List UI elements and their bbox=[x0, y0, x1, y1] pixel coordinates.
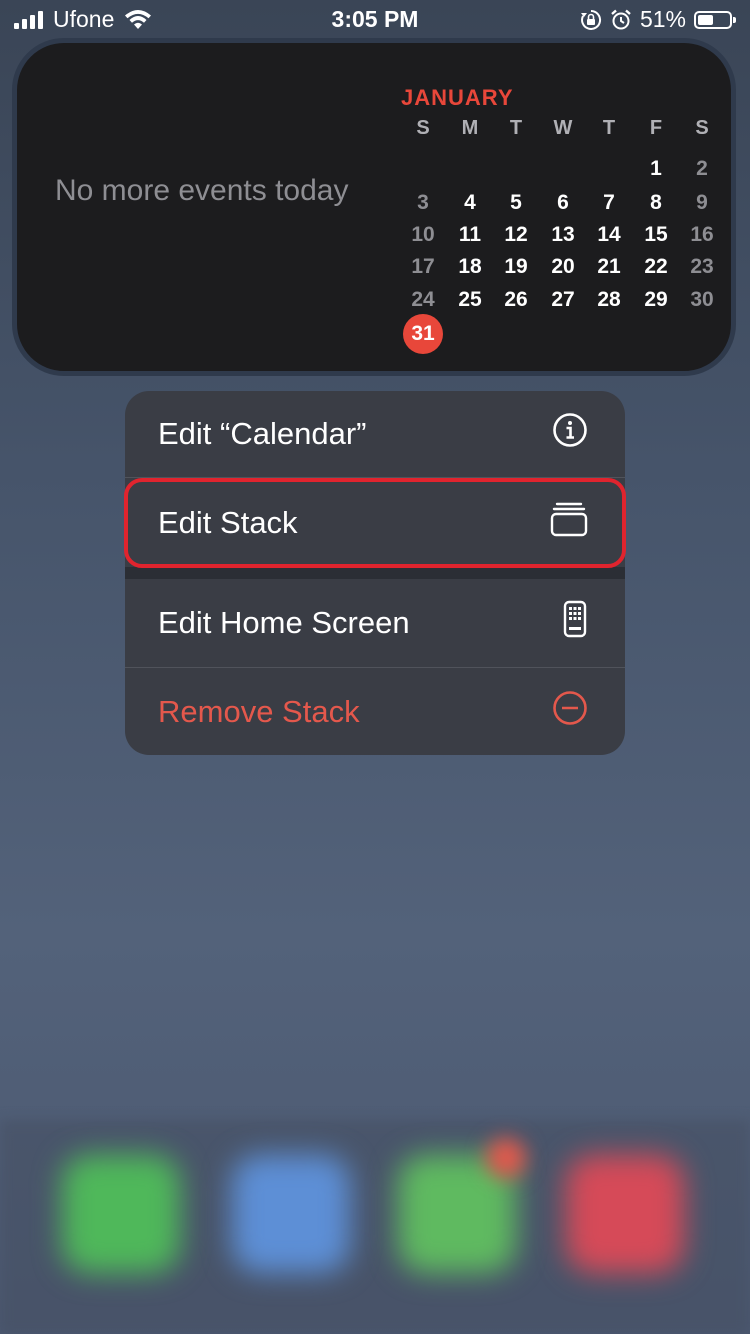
phone-app-icon[interactable] bbox=[62, 1155, 180, 1273]
calendar-day: 6 bbox=[557, 191, 569, 214]
calendar-day: 1 bbox=[650, 157, 662, 180]
calendar-day: 3 bbox=[417, 191, 429, 214]
today-indicator: 31 bbox=[403, 314, 443, 354]
calendar-day: 2 bbox=[696, 157, 708, 180]
calendar-day: 25 bbox=[458, 288, 482, 311]
weekday-header: M bbox=[461, 117, 479, 139]
weekday-header: F bbox=[649, 117, 663, 139]
status-right: 51% bbox=[580, 6, 736, 33]
calendar-day: 16 bbox=[690, 223, 714, 246]
calendar-day: 10 bbox=[411, 223, 435, 246]
menu-section-gap bbox=[125, 567, 625, 579]
calendar-day: 30 bbox=[690, 288, 714, 311]
month-label: JANUARY bbox=[401, 85, 514, 110]
calendar-widget[interactable]: No more events today JANUARY SMTWTFS1234… bbox=[12, 38, 736, 376]
calendar-day: 11 bbox=[458, 223, 482, 246]
music-app-icon[interactable] bbox=[566, 1155, 684, 1273]
info-icon bbox=[552, 412, 588, 456]
calendar-day: 28 bbox=[597, 288, 621, 311]
calendar-day: 13 bbox=[551, 223, 575, 246]
edit-stack-highlight bbox=[124, 478, 626, 568]
calendar-day: 5 bbox=[510, 191, 522, 214]
edit-calendar-label: Edit “Calendar” bbox=[158, 416, 367, 451]
edit-home-screen-menu-item[interactable]: Edit Home Screen bbox=[125, 579, 625, 667]
calendar-day: 14 bbox=[597, 223, 621, 246]
notification-badge bbox=[486, 1138, 526, 1178]
calendar-day: 9 bbox=[696, 191, 708, 214]
battery-percent: 51% bbox=[639, 6, 686, 32]
calendar-day: 20 bbox=[551, 255, 575, 278]
calendar-day: 8 bbox=[650, 191, 662, 214]
calendar-day: 27 bbox=[551, 288, 575, 311]
phone-home-icon bbox=[562, 600, 588, 646]
edit-home-screen-label: Edit Home Screen bbox=[158, 605, 410, 640]
battery-fill bbox=[698, 14, 713, 25]
battery-icon bbox=[694, 10, 736, 29]
no-events-text: No more events today bbox=[55, 174, 349, 207]
calendar-day: 15 bbox=[644, 223, 668, 246]
calendar-day: 7 bbox=[603, 191, 615, 214]
weekday-header: T bbox=[509, 117, 523, 139]
calendar-day: 18 bbox=[458, 255, 482, 278]
context-menu: Edit “Calendar” Edit Stack Edit Home Scr… bbox=[125, 391, 625, 755]
edit-calendar-menu-item[interactable]: Edit “Calendar” bbox=[125, 391, 625, 477]
calendar-day: 23 bbox=[690, 255, 714, 278]
weekday-header: W bbox=[553, 117, 573, 139]
rotation-lock-icon bbox=[580, 9, 601, 30]
weekday-header: S bbox=[416, 117, 430, 139]
calendar-day: 17 bbox=[411, 255, 435, 278]
calendar-day: 24 bbox=[411, 288, 435, 311]
remove-stack-label: Remove Stack bbox=[158, 693, 360, 729]
calendar-day: 26 bbox=[504, 288, 528, 311]
weekday-header: T bbox=[602, 117, 616, 139]
calendar-day: 21 bbox=[597, 255, 621, 278]
calendar-day: 22 bbox=[644, 255, 668, 278]
calendar-day: 12 bbox=[504, 223, 528, 246]
safari-app-icon[interactable] bbox=[232, 1155, 350, 1273]
minus-circle-icon bbox=[552, 690, 588, 734]
remove-stack-menu-item[interactable]: Remove Stack bbox=[125, 668, 625, 755]
calendar-day: 19 bbox=[504, 255, 528, 278]
calendar-day: 29 bbox=[644, 288, 668, 311]
alarm-icon bbox=[611, 9, 631, 29]
status-bar: Ufone 3:05 PM 51% bbox=[0, 0, 750, 40]
weekday-header: S bbox=[695, 117, 709, 139]
calendar-day: 4 bbox=[464, 191, 476, 214]
